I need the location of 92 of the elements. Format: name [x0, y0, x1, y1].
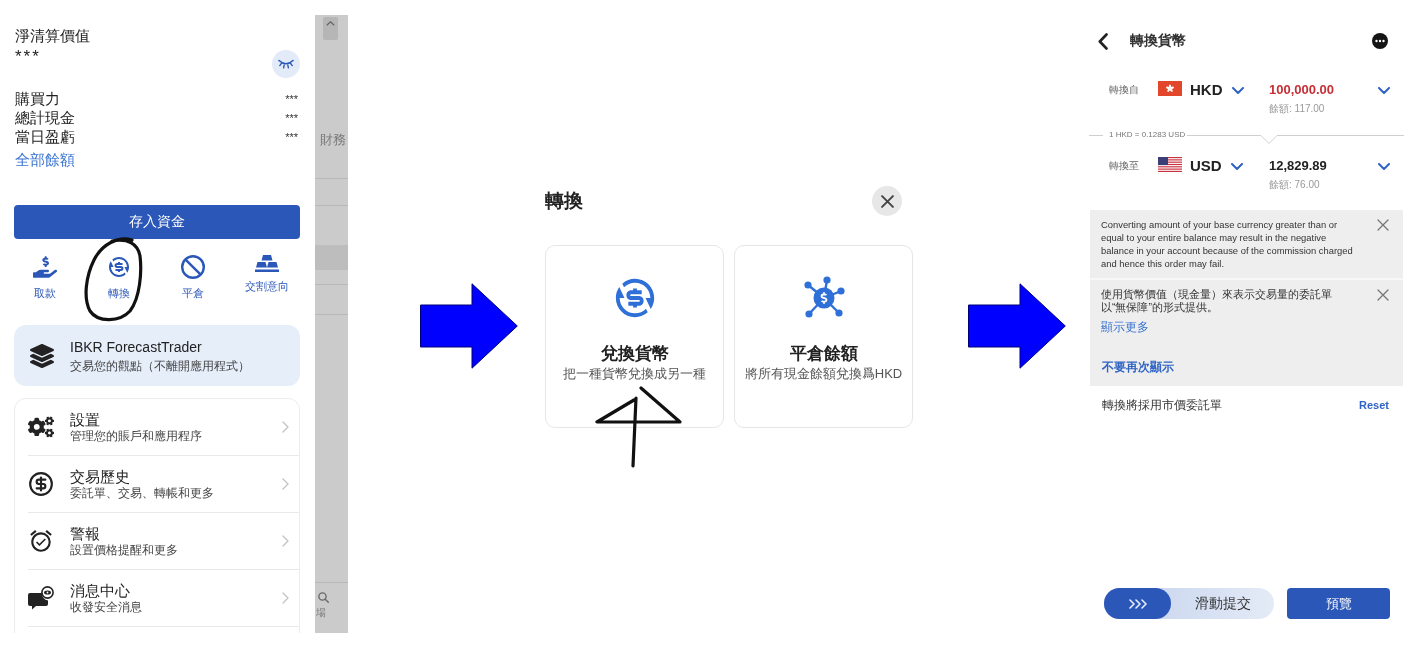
balance-text: 餘額: 117.00 [1269, 102, 1326, 115]
layers-icon [30, 343, 54, 368]
notice-text: 使用貨幣價值（現金量）來表示交易量的委託單以“無保障”的形式提供。 [1101, 288, 1333, 314]
dollar-hub-icon [801, 276, 846, 320]
menu-item[interactable]: 交易歷史 委託單、交易、轉帳和更多 [28, 456, 299, 513]
menu-item[interactable]: 消息中心 收發安全消息 [28, 570, 299, 627]
menu-item-title: 消息中心 [70, 581, 131, 600]
row-label: 轉換自 [1109, 84, 1140, 96]
balance-value: *** [285, 111, 298, 124]
more-icon [1372, 33, 1388, 49]
action-button[interactable]: 轉換 [82, 255, 156, 300]
net-liquidation-label: 淨清算價值 [15, 26, 90, 46]
back-icon [1098, 32, 1108, 50]
all-balances-link[interactable]: 全部餘額 [15, 150, 75, 170]
action-button[interactable]: 取款 [8, 255, 82, 300]
option-card[interactable]: 兌換貨幣 把一種貨幣兌換成另一種 [545, 245, 724, 428]
reset-button[interactable]: Reset [1359, 399, 1389, 411]
alarm-clock-check-icon [28, 527, 54, 555]
deposit-button[interactable]: 存入資金 [14, 205, 300, 239]
visibility-toggle-button[interactable] [272, 50, 300, 78]
balance-value: *** [285, 130, 298, 143]
page-title: 轉換貨幣 [1130, 32, 1186, 50]
promo-title: IBKR ForecastTrader [70, 337, 203, 356]
balance-label: 當日盈虧 [15, 127, 75, 146]
balance-label: 購買力 [15, 89, 60, 108]
chevron-right-icon [282, 421, 289, 433]
option-subtitle: 把一種貨幣兌換成另一種 [563, 365, 706, 382]
balance-value: *** [285, 92, 298, 105]
balance-label: 總計現金 [15, 108, 75, 127]
close-icon [1377, 289, 1389, 301]
chevron-right-icon [282, 592, 289, 604]
slide-to-submit[interactable]: 滑動提交 [1104, 588, 1274, 619]
menu-item-subtitle: 委託單、交易、轉帳和更多 [70, 486, 214, 501]
ingot-stack-icon [255, 255, 279, 272]
currency-dropdown[interactable]: USD [1190, 157, 1243, 175]
option-title: 平倉餘額 [789, 343, 858, 365]
dialog-title: 轉換 [545, 189, 583, 213]
close-icon [880, 194, 894, 208]
highlighted-row [315, 245, 348, 270]
currency-exchange-icon [107, 255, 131, 279]
preview-button[interactable]: 預覽 [1287, 588, 1390, 619]
chevron-up-icon [326, 21, 335, 26]
chevron-down-icon [1230, 162, 1243, 170]
action-button[interactable]: 交割意向 [230, 255, 304, 300]
hong-kong-flag-icon [1158, 80, 1182, 96]
gears-icon [28, 414, 54, 440]
balance-text: 餘額: 76.00 [1269, 178, 1321, 191]
chevron-right-icon [282, 535, 289, 547]
menu-item-subtitle: 管理您的賬戶和應用程序 [70, 429, 202, 444]
notice-text: Converting amount of your base currency greater than or equal to your entire balance may result in the negative balance in your account because of the commission charged and hence this order may fail. [1101, 218, 1354, 270]
action-button[interactable]: 平倉 [156, 255, 230, 300]
amount-input[interactable]: 100,000.00 [1269, 81, 1374, 99]
slide-handle[interactable] [1104, 588, 1171, 619]
dismiss-button[interactable] [1377, 289, 1389, 301]
menu-item[interactable]: 設置 管理您的賬戶和應用程序 [28, 399, 299, 456]
dismiss-button[interactable] [1377, 219, 1389, 231]
us-flag-icon [1158, 156, 1182, 172]
forecast-trader-card[interactable]: IBKR ForecastTrader 交易您的觀點（不離開應用程式） [14, 325, 300, 386]
order-type-note: 轉換將採用市價委託單 [1102, 397, 1222, 413]
menu-item-title: 交易歷史 [70, 467, 131, 486]
masked-value: *** [15, 48, 41, 66]
menu-item-subtitle: 收發安全消息 [70, 600, 142, 615]
chevron-down-icon [1231, 86, 1244, 94]
closed-eye-icon [278, 59, 294, 69]
prohibited-icon [181, 255, 205, 279]
option-title: 兌換貨幣 [600, 343, 669, 365]
scroll-handle[interactable] [323, 17, 338, 40]
exchange-rate: 1 HKD = 0.1283 USD [1108, 130, 1187, 140]
amount-input[interactable]: 12,829.89 [1269, 157, 1374, 175]
row-label: 轉換至 [1109, 160, 1140, 172]
chat-eye-icon [28, 586, 54, 610]
more-button[interactable] [1372, 33, 1388, 49]
close-icon [1377, 219, 1389, 231]
show-more-link[interactable]: 顯示更多 [1101, 319, 1149, 335]
promo-subtitle: 交易您的觀點（不離開應用程式） [70, 357, 250, 374]
menu-item-title: 設置 [70, 410, 101, 429]
dollar-circle-icon [28, 471, 54, 497]
menu-item-title: 警報 [70, 524, 101, 543]
chevron-down-icon[interactable] [1378, 86, 1390, 94]
column-label: 財務 [319, 132, 347, 148]
option-card[interactable]: 平倉餘額 將所有現金餘額兌換爲HKD [734, 245, 913, 428]
hand-dollar-icon [33, 255, 57, 279]
currency-dropdown[interactable]: HKD [1190, 81, 1244, 99]
search-icon[interactable] [318, 592, 329, 603]
dont-show-again-link[interactable]: 不要再次顯示 [1102, 359, 1174, 375]
close-button[interactable] [872, 186, 902, 216]
menu-item-subtitle: 設置價格提醒和更多 [70, 543, 178, 558]
option-subtitle: 將所有現金餘額兌換爲HKD [744, 365, 903, 382]
menu-item[interactable]: 警報 設置價格提醒和更多 [28, 513, 299, 570]
chevron-down-icon[interactable] [1378, 162, 1390, 170]
chevrons-right-icon [1128, 598, 1147, 609]
chevron-right-icon [282, 478, 289, 490]
